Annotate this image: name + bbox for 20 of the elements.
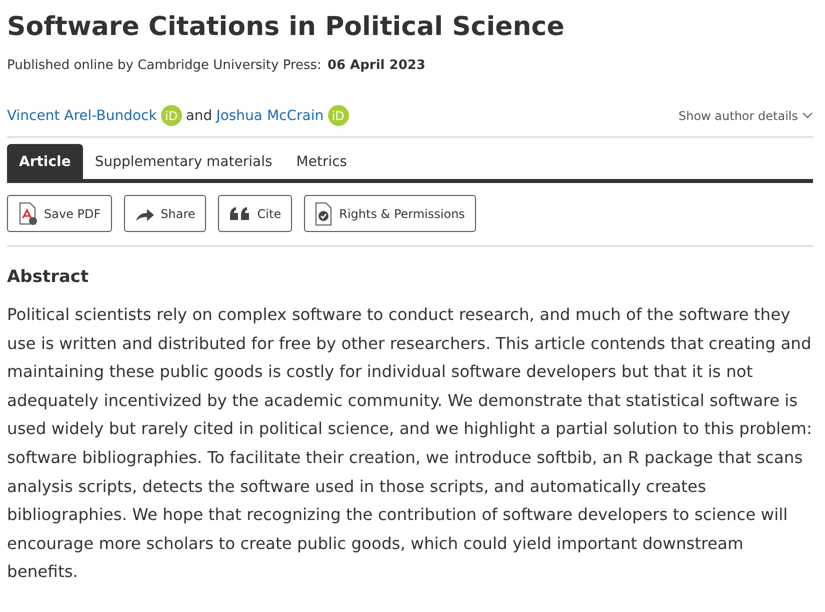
tab[interactable]: Metrics <box>284 144 360 179</box>
action-button[interactable]: Rights & Permissions <box>304 195 476 232</box>
pdf-file-icon <box>18 202 38 226</box>
action-button[interactable]: Save PDF <box>7 195 112 232</box>
document-check-icon <box>315 202 334 226</box>
author-separator: and <box>186 108 212 124</box>
abstract-text: Political scientists rely on complex software to conduct research, and much of the software they use is written and distributed for free by other researchers. This article contends that creating and maintaining these public goods is costly for individual software developers but that it is not adequately incentivized by the academic community. We demonstrate that statistical software is used widely but rarely cited in political science, and we highlight a partial solution to this problem: software bibliographies. To facilitate their creation, we introduce softbib, an R package that scans analysis scripts, detects the software used in those scripts, and automatically creates bibliographies. We hope that recognizing the contribution of software developers to science will encourage more scholars to create public goods, which could yield important downstream benefits. <box>7 304 813 584</box>
author-link[interactable]: Vincent Arel-Bundock <box>7 108 157 124</box>
quote-icon <box>229 206 252 220</box>
author-details-toggle[interactable]: Show author details <box>678 108 813 122</box>
publication-date: 06 April 2023 <box>327 58 426 73</box>
abstract-heading: Abstract <box>7 267 90 287</box>
tab[interactable]: Article <box>7 144 83 179</box>
chevron-down-icon <box>802 112 813 119</box>
tab[interactable]: Supplementary materials <box>82 144 284 179</box>
action-button[interactable]: Share <box>124 195 206 232</box>
article-title: Software Citations in Political Science <box>7 11 566 44</box>
action-button[interactable]: Cite <box>218 195 292 232</box>
author-link[interactable]: Joshua McCrain <box>216 108 324 124</box>
publication-label: Published online by Cambridge University Press: <box>7 58 322 73</box>
